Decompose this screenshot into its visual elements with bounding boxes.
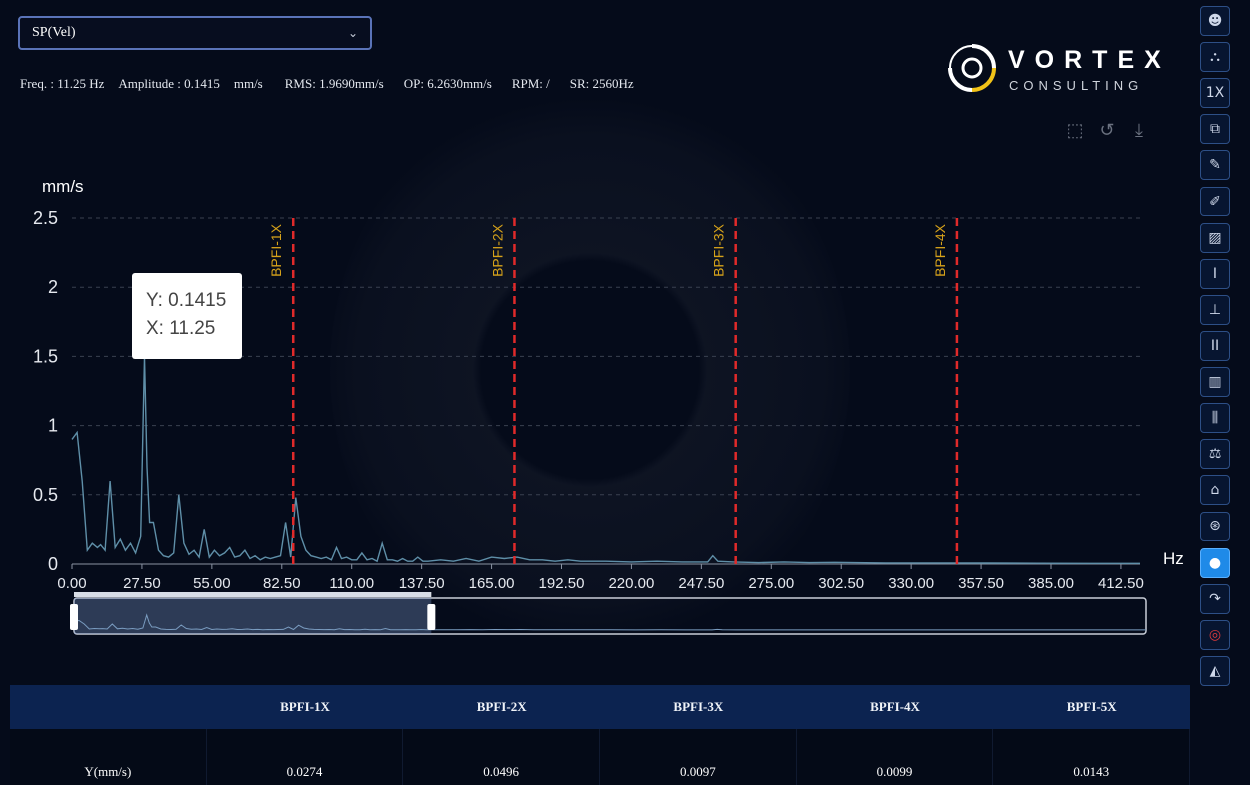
bpfi-marker-label: BPFI-4X [932,223,948,277]
download-icon[interactable]: ⤓ [1128,120,1150,144]
x-tick-label: 302.50 [818,575,864,592]
edit-icon[interactable]: ✎ [1200,150,1230,181]
house-icon[interactable]: ⌂ [1200,475,1230,506]
info-bar: Freq. : 11.25 Hz Amplitude : 0.1415 mm/s RM… [20,76,648,92]
table-cell: 0.0097 [600,729,797,785]
signal-type-value: SP(Vel) [32,25,76,40]
x-tick-label: 412.50 [1098,575,1144,592]
table-header-cell: BPFI-3X [673,699,724,714]
x-tick-label: 110.00 [329,575,374,592]
bpfi-marker-label: BPFI-3X [711,223,727,277]
freq-readout: Freq. : 11.25 Hz [20,76,105,91]
1x-icon[interactable]: 1X [1200,78,1230,109]
amplitude-readout: Amplitude : 0.1415 [118,76,220,91]
table-row: Y(mm/s) 0.0274 0.0496 0.0097 0.0099 0.0143 [10,729,1191,785]
spectrum-series-line [71,356,1140,564]
tooltip-x-value: X: 11.25 [146,318,216,339]
chart-tooltip: Y: 0.1415 X: 11.25 [132,273,242,359]
y-tick-label: 2.5 [33,208,58,228]
x-tick-label: 385.00 [1028,575,1074,592]
y-tick-label: 2 [48,277,58,297]
robot-icon[interactable]: ☻ [1200,6,1230,36]
bpfi-marker-label: BPFI-2X [489,223,505,277]
balance-icon[interactable]: ⚖ [1200,439,1230,470]
x-tick-label: 137.50 [399,575,445,592]
table-header-cell: BPFI-2X [476,699,527,714]
cursor-base-icon[interactable]: ⊥ [1200,294,1230,325]
amplitude-unit: mm/s [233,76,263,91]
x-tick-label: 0.00 [57,575,86,592]
op-readout: OP: 6.2630mm/s [403,76,492,91]
x-tick-label: 220.00 [608,575,654,592]
chevron-down-icon: ⌄ [347,25,358,40]
y-tick-label: 0.5 [33,485,58,505]
logo-swirl-icon [948,44,996,92]
envelope-icon[interactable]: ◭ [1200,655,1230,686]
table-header-row: BPFI-1X BPFI-2X BPFI-3X BPFI-4X BPFI-5X [10,685,1190,729]
sideband-icon[interactable]: ⫼ [1200,403,1230,434]
harmonic-icon[interactable]: ▥ [1200,367,1230,398]
tooltip-y-value: Y: 0.1415 [146,290,227,311]
rpm-readout: RPM: / [511,76,550,91]
logo-title: VORTEX [1008,46,1171,74]
x-tick-label: 55.00 [193,575,231,592]
zoom-handle-left[interactable] [70,604,78,630]
table-cell: 0.0143 [993,729,1191,785]
table-header-cell: BPFI-5X [1066,699,1117,714]
zoom-reset-icon[interactable]: ↺ [1096,120,1118,144]
zoom-handle-right[interactable] [427,604,436,630]
spectrum-chart[interactable]: 0 0.5 1 1.5 2 2.5 mm/s 0.00 27.50 55.00 82.50 110.0… [0,170,1195,645]
company-logo: VORTEX CONSULTING [946,40,1176,100]
bpfi-table: BPFI-1X BPFI-2X BPFI-3X BPFI-4X BPFI-5X Y(mm… [10,685,1191,785]
bpfi-marker-label: BPFI-1X [268,223,284,277]
x-tick-label: 82.50 [263,575,301,592]
zoom-select-icon[interactable]: ⬚ [1064,120,1086,144]
gear-target-icon[interactable]: ⊛ [1200,511,1230,542]
circle-active-icon[interactable]: ● [1200,547,1230,578]
tool-sidebar: ☻ ⛬ 1X ⧉ ✎ ✐ ▨ I ⊥ II ▥ ⫼ ⚖ ⌂ ⊛ ● ↷ ◎ ◭ [1200,6,1236,686]
cursor-double-icon[interactable]: II [1200,330,1230,361]
y-tick-label: 0 [48,554,58,574]
waveform-icon[interactable]: ▨ [1200,222,1230,253]
y-tick-label: 1.5 [33,346,58,366]
x-tick-label: 330.00 [888,575,934,592]
logo-subtitle: CONSULTING [1009,78,1144,93]
x-tick-label: 275.00 [748,575,794,592]
edit-alt-icon[interactable]: ✐ [1200,186,1230,217]
curve-arrow-icon[interactable]: ↷ [1200,583,1230,614]
table-cell: 0.0274 [207,729,404,785]
target-icon[interactable]: ◎ [1200,619,1230,650]
row-label: Y(mm/s) [10,729,207,785]
y-axis-label: mm/s [42,177,84,196]
table-cell: 0.0099 [797,729,994,785]
compare-icon[interactable]: ⧉ [1200,114,1230,145]
sr-readout: SR: 2560Hz [569,76,634,91]
chart-toolbox: ⬚ ↺ ⤓ [1064,120,1150,144]
hierarchy-icon[interactable]: ⛬ [1200,42,1230,73]
table-cell: 0.0496 [403,729,601,785]
x-tick-label: 357.50 [958,575,1004,592]
table-header-corner [10,685,207,729]
x-tick-label: 165.00 [469,575,515,592]
y-tick-label: 1 [48,416,58,436]
cursor-single-icon[interactable]: I [1200,258,1230,289]
signal-type-select[interactable]: SP(Vel) ⌄ [18,16,372,50]
zoom-slider-top-bar [74,592,432,597]
rms-readout: RMS: 1.9690mm/s [284,76,384,91]
x-tick-label: 247.50 [678,575,724,592]
x-tick-label: 27.50 [123,575,161,592]
table-header-cell: BPFI-4X [870,699,920,714]
x-tick-label: 192.50 [539,575,585,592]
table-header-cell: BPFI-1X [280,699,330,714]
x-axis-label: Hz [1163,549,1184,568]
